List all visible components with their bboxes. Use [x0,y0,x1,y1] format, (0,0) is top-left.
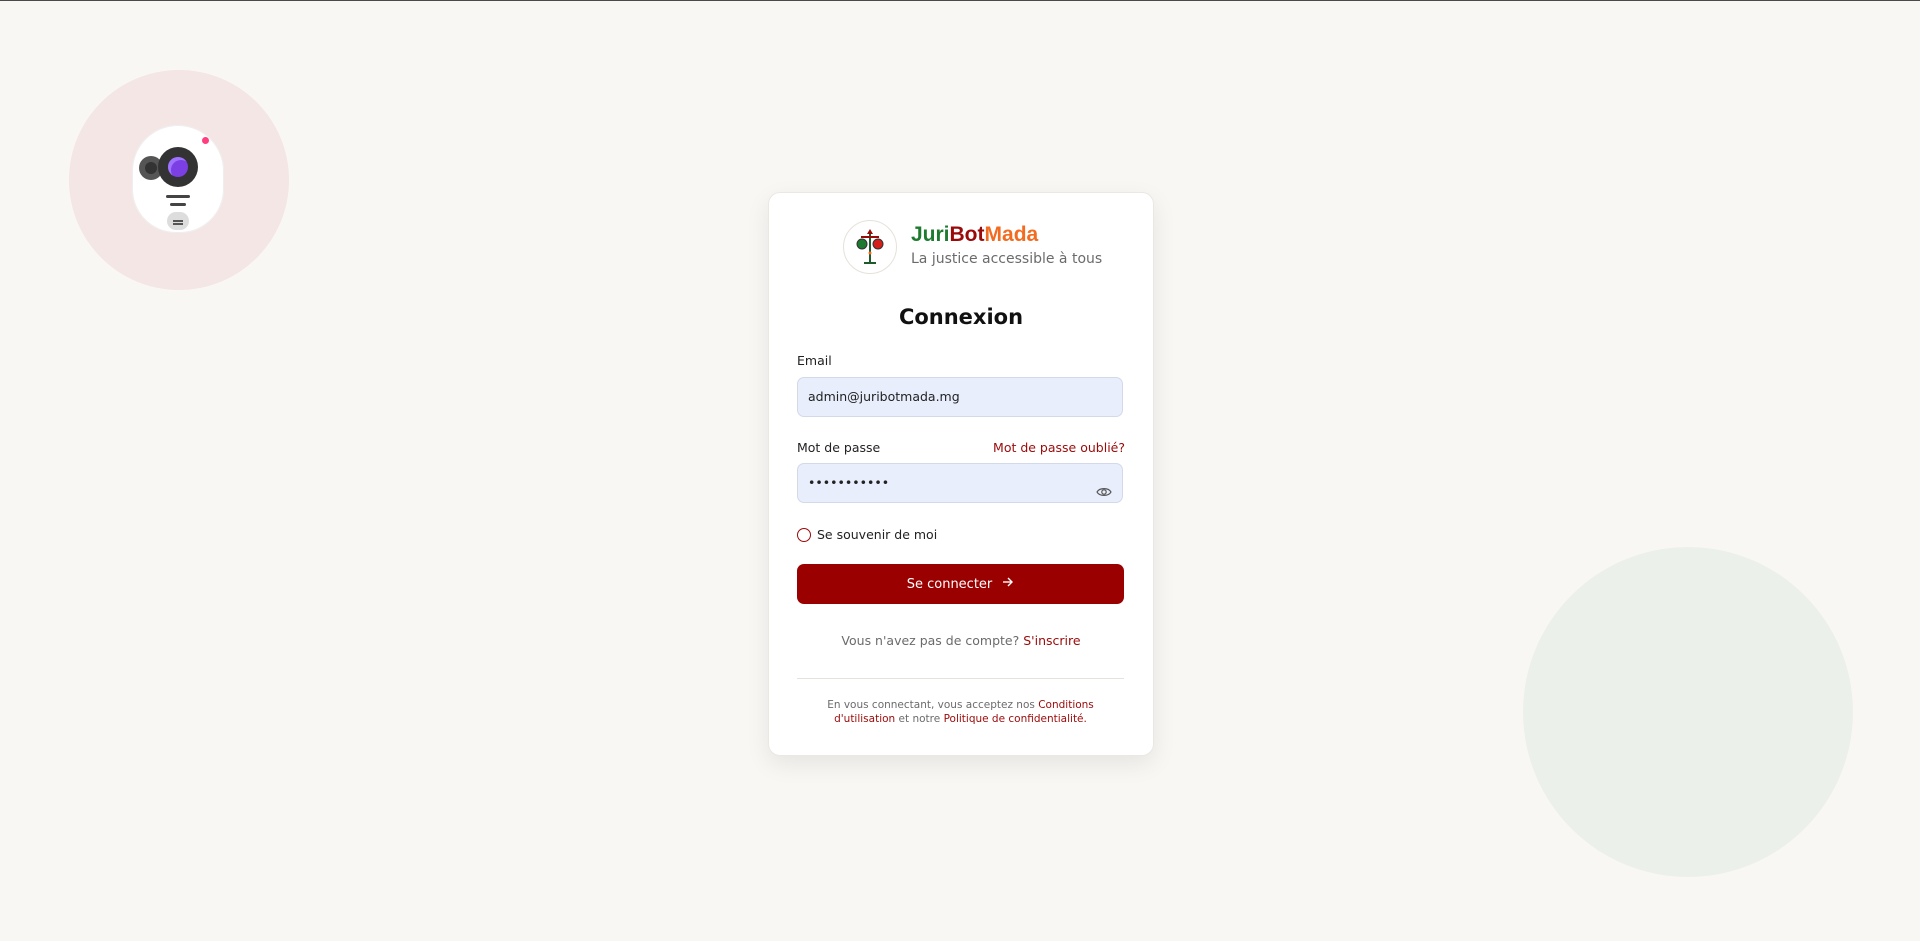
top-border [0,0,1920,1]
decorative-blob-right [1523,547,1853,877]
forgot-password-link[interactable]: Mot de passe oublié? [993,440,1125,455]
remember-me-checkbox[interactable] [797,528,811,542]
robot-mouth-line [170,203,186,206]
robot-assistant-icon[interactable] [132,125,224,233]
brand-name-mada: Mada [984,223,1039,246]
password-field[interactable]: ••••••••••• [797,463,1123,503]
signup-link[interactable]: S'inscrire [1023,633,1080,648]
notification-dot [202,137,209,144]
legal-notice: En vous connectant, vous acceptez nos Co… [797,698,1124,726]
remember-me-label: Se souvenir de moi [817,527,938,542]
brand-name-juri: Juri [911,223,950,246]
legal-suffix: . [1083,713,1087,725]
scales-of-justice-icon [843,220,897,274]
page-title: Connexion [898,305,1024,329]
legal-middle: et notre [898,713,941,725]
password-value: ••••••••••• [808,475,890,490]
login-button-label: Se connecter [906,576,993,592]
brand-name: JuriBotMada [911,223,1038,247]
login-button[interactable]: Se connecter [797,564,1124,604]
brand-header: JuriBotMada La justice accessible à tous [843,220,1102,276]
email-value: admin@juribotmada.mg [808,389,960,404]
legal-prefix: En vous connectant, vous acceptez nos [827,699,1035,711]
email-label: Email [797,353,832,368]
email-field[interactable]: admin@juribotmada.mg [797,377,1123,417]
eye-icon[interactable] [1096,476,1112,496]
brand-name-bot: Bot [949,223,985,246]
robot-eye-large [158,147,198,187]
signup-prompt: Vous n'avez pas de compte? S'inscrire [769,633,1153,648]
robot-mouth-line [166,195,190,198]
divider [797,678,1124,679]
login-card: JuriBotMada La justice accessible à tous… [768,192,1154,756]
robot-base [167,212,189,230]
brand-tagline: La justice accessible à tous [911,251,1103,267]
privacy-link[interactable]: Politique de confidentialité [944,713,1084,725]
password-label: Mot de passe [797,440,881,455]
signup-text: Vous n'avez pas de compte? [841,633,1020,648]
arrow-right-icon [1002,576,1014,592]
